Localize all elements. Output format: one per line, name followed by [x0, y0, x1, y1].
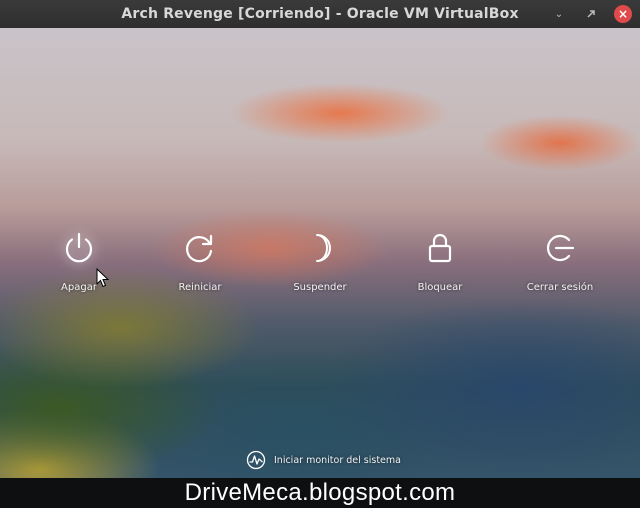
watermark-band: DriveMeca.blogspot.com: [0, 478, 640, 508]
restart-icon: [180, 228, 220, 268]
restart-button[interactable]: Reiniciar: [145, 228, 255, 293]
window-controls: ⌄ ×: [550, 5, 632, 23]
system-monitor-link[interactable]: Iniciar monitor del sistema: [246, 450, 401, 470]
pulse-monitor-icon: [246, 450, 266, 470]
blurred-wallpaper: Apagar Reiniciar Suspender Bloquear Cerr…: [0, 28, 640, 478]
lock-icon: [420, 228, 460, 268]
logout-button[interactable]: Cerrar sesión: [505, 228, 615, 293]
mouse-pointer-icon: [96, 268, 110, 288]
lock-button[interactable]: Bloquear: [385, 228, 495, 293]
system-monitor-label: Iniciar monitor del sistema: [274, 454, 401, 466]
shutdown-label: Apagar: [61, 282, 97, 293]
window-titlebar[interactable]: Arch Revenge [Corriendo] - Oracle VM Vir…: [0, 0, 640, 28]
power-icon: [59, 228, 99, 268]
logout-label: Cerrar sesión: [526, 282, 594, 293]
suspend-label: Suspender: [293, 282, 347, 293]
shutdown-button[interactable]: Apagar: [24, 228, 134, 293]
lock-label: Bloquear: [417, 282, 463, 293]
minimize-icon[interactable]: ⌄: [550, 5, 568, 23]
virtualbox-window: Arch Revenge [Corriendo] - Oracle VM Vir…: [0, 0, 640, 508]
close-icon[interactable]: ×: [614, 5, 632, 23]
suspend-button[interactable]: Suspender: [265, 228, 375, 293]
logout-icon: [540, 228, 580, 268]
window-title: Arch Revenge [Corriendo] - Oracle VM Vir…: [121, 6, 519, 22]
restart-label: Reiniciar: [178, 282, 222, 293]
watermark-text: DriveMeca.blogspot.com: [184, 479, 456, 506]
moon-icon: [300, 228, 340, 268]
restore-icon[interactable]: [582, 5, 600, 23]
